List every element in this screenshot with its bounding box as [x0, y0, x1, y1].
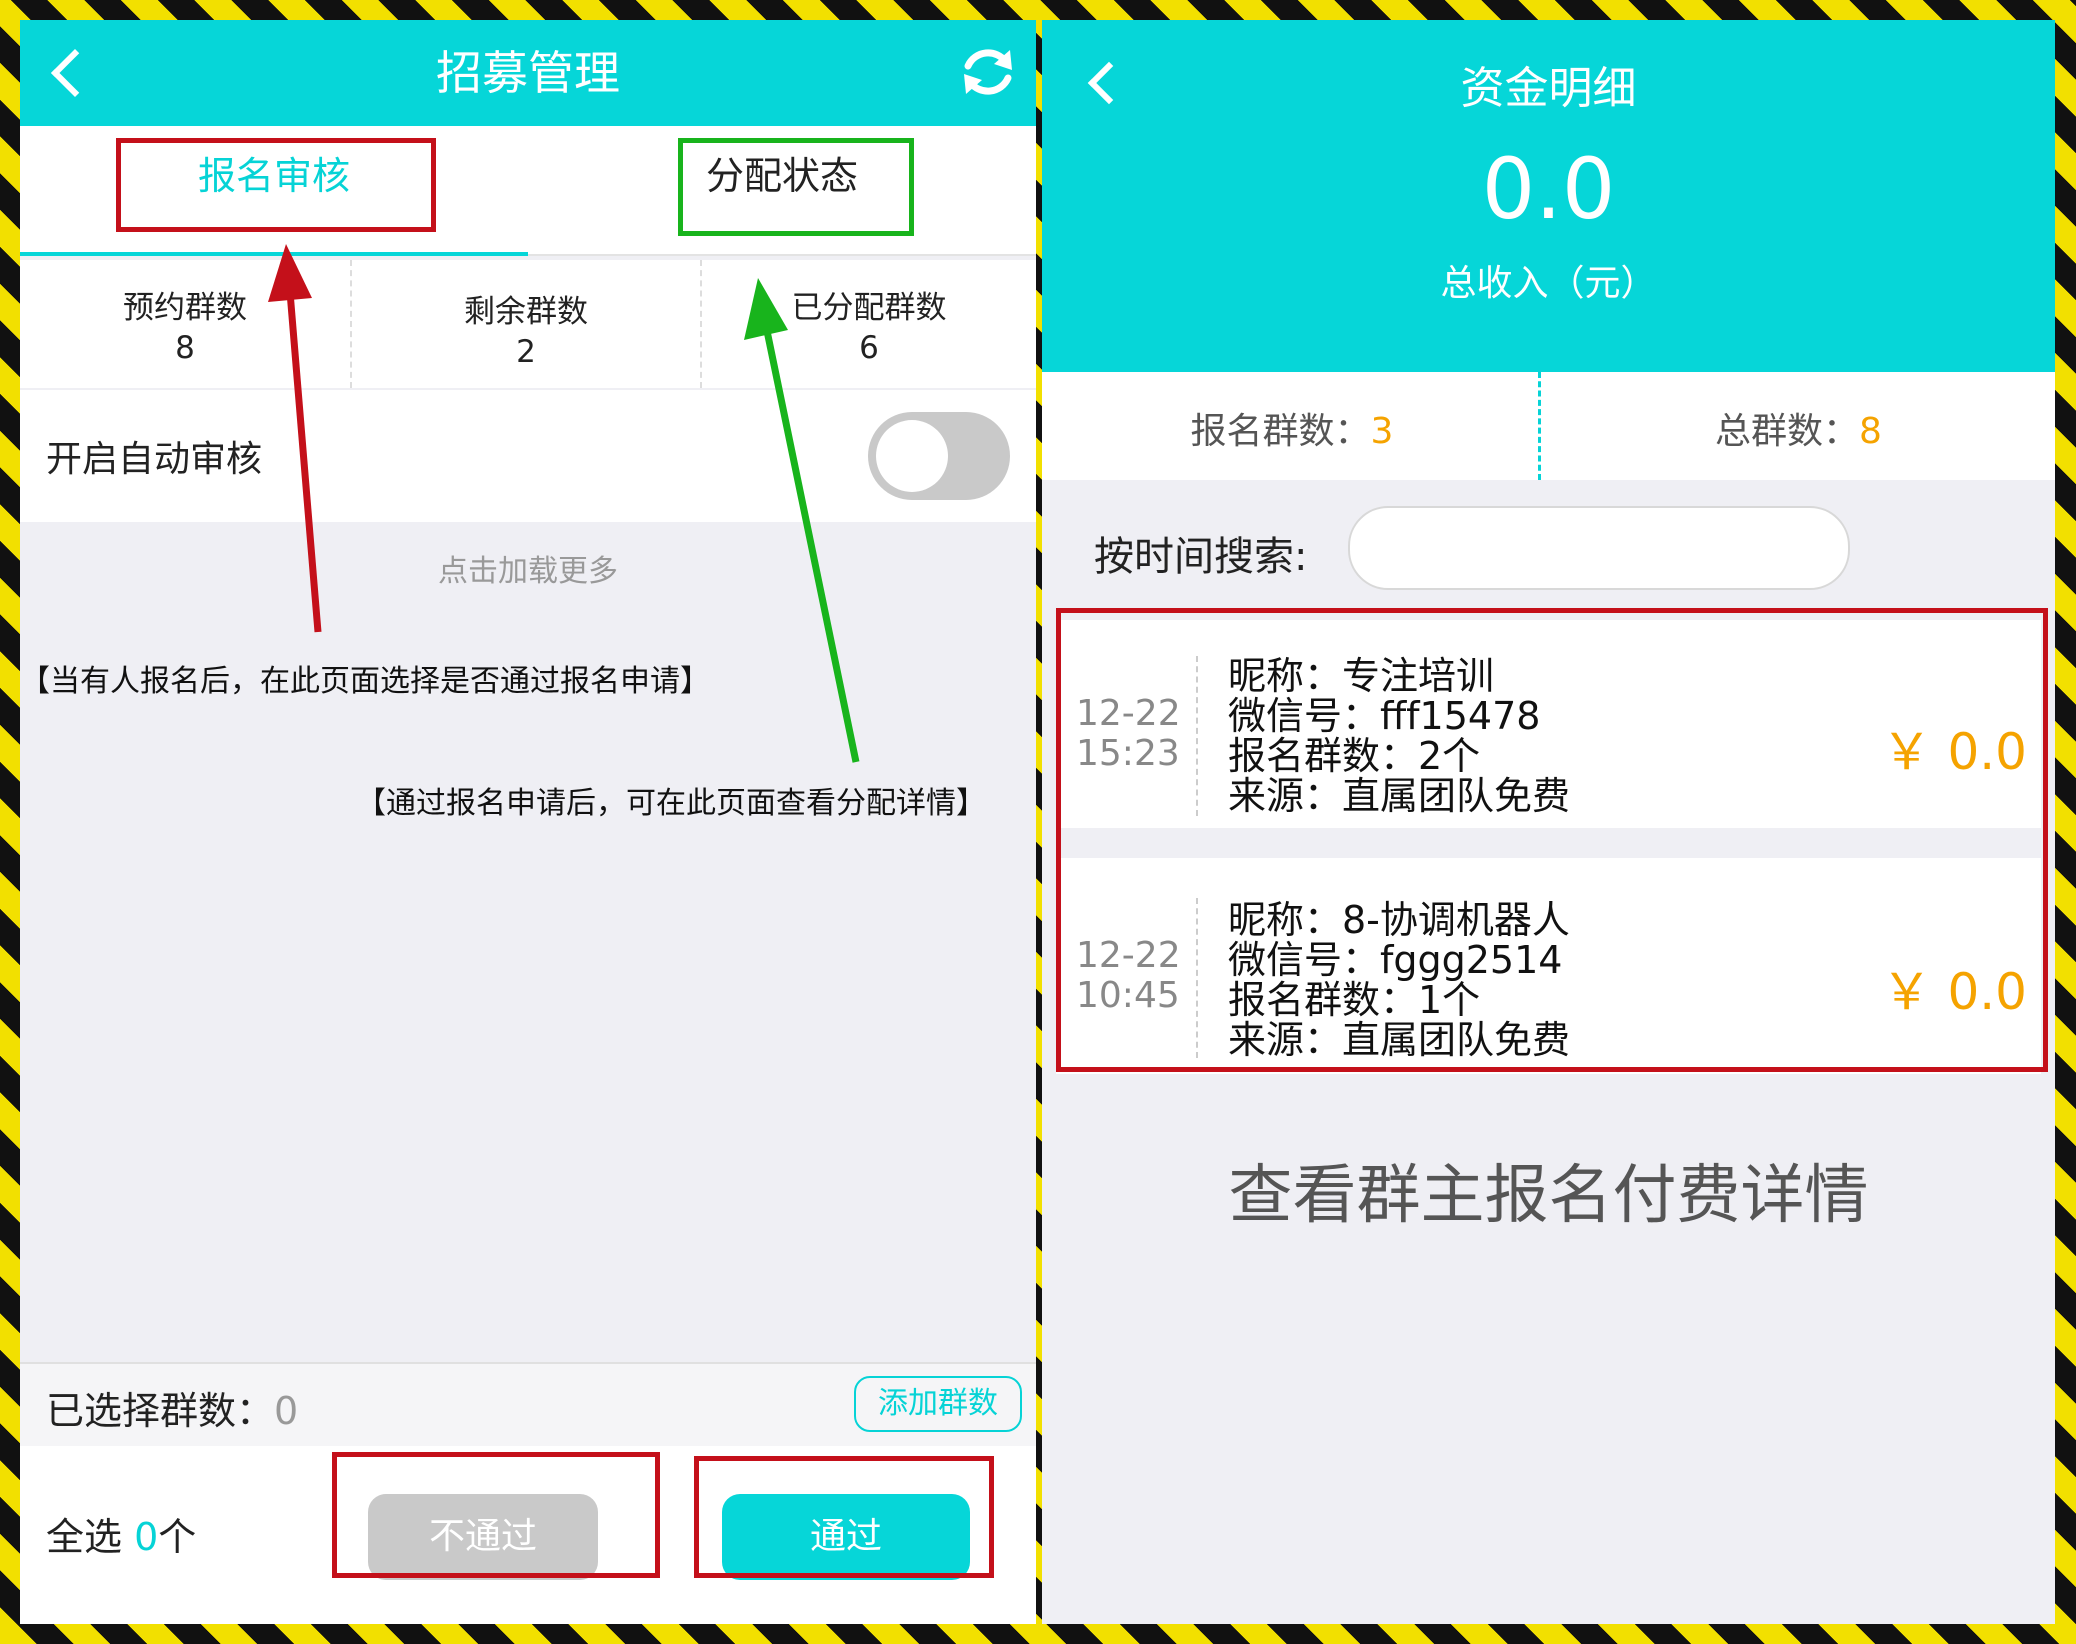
green-arrow-head: [744, 278, 788, 340]
time-search-input[interactable]: [1348, 506, 1850, 590]
funds-header: 资金明细 0.0 总收入（元）: [1042, 20, 2055, 372]
total-groups-value: 8: [1859, 411, 1882, 452]
signup-groups-stat: 报名群数：3: [1042, 402, 1542, 454]
total-groups-stat: 总群数：8: [1542, 402, 2055, 454]
red-arrow-head: [268, 244, 312, 302]
signup-groups-value: 3: [1370, 411, 1394, 452]
divider: [1538, 372, 1541, 480]
time-search-row: 按时间搜索:: [1042, 480, 2055, 610]
highlight-box-records: [1056, 608, 2048, 1072]
green-arrow-shaft: [762, 325, 860, 763]
total-groups-label: 总群数：: [1715, 411, 1860, 452]
total-amount: 0.0: [1481, 140, 1616, 238]
funds-detail-screen: 资金明细 0.0 总收入（元） 报名群数：3 总群数：8 按时间搜索: 12-2…: [1042, 20, 2055, 1624]
page-title: 资金明细: [1460, 63, 1637, 114]
annotation-arrows: [268, 244, 860, 763]
signup-groups-label: 报名群数：: [1190, 411, 1371, 452]
recruitment-management-screen: 招募管理 报名审核 分配状态 预约群数 8 剩余群数 2 已分配群数 6 开启自…: [20, 20, 1036, 1624]
caption: 查看群主报名付费详情: [1228, 1159, 1869, 1233]
red-arrow-shaft: [286, 291, 322, 633]
time-search-label: 按时间搜索:: [1094, 534, 1308, 580]
total-income-label: 总收入（元）: [1440, 263, 1657, 304]
funds-group-stats: 报名群数：3 总群数：8: [1042, 372, 2055, 480]
